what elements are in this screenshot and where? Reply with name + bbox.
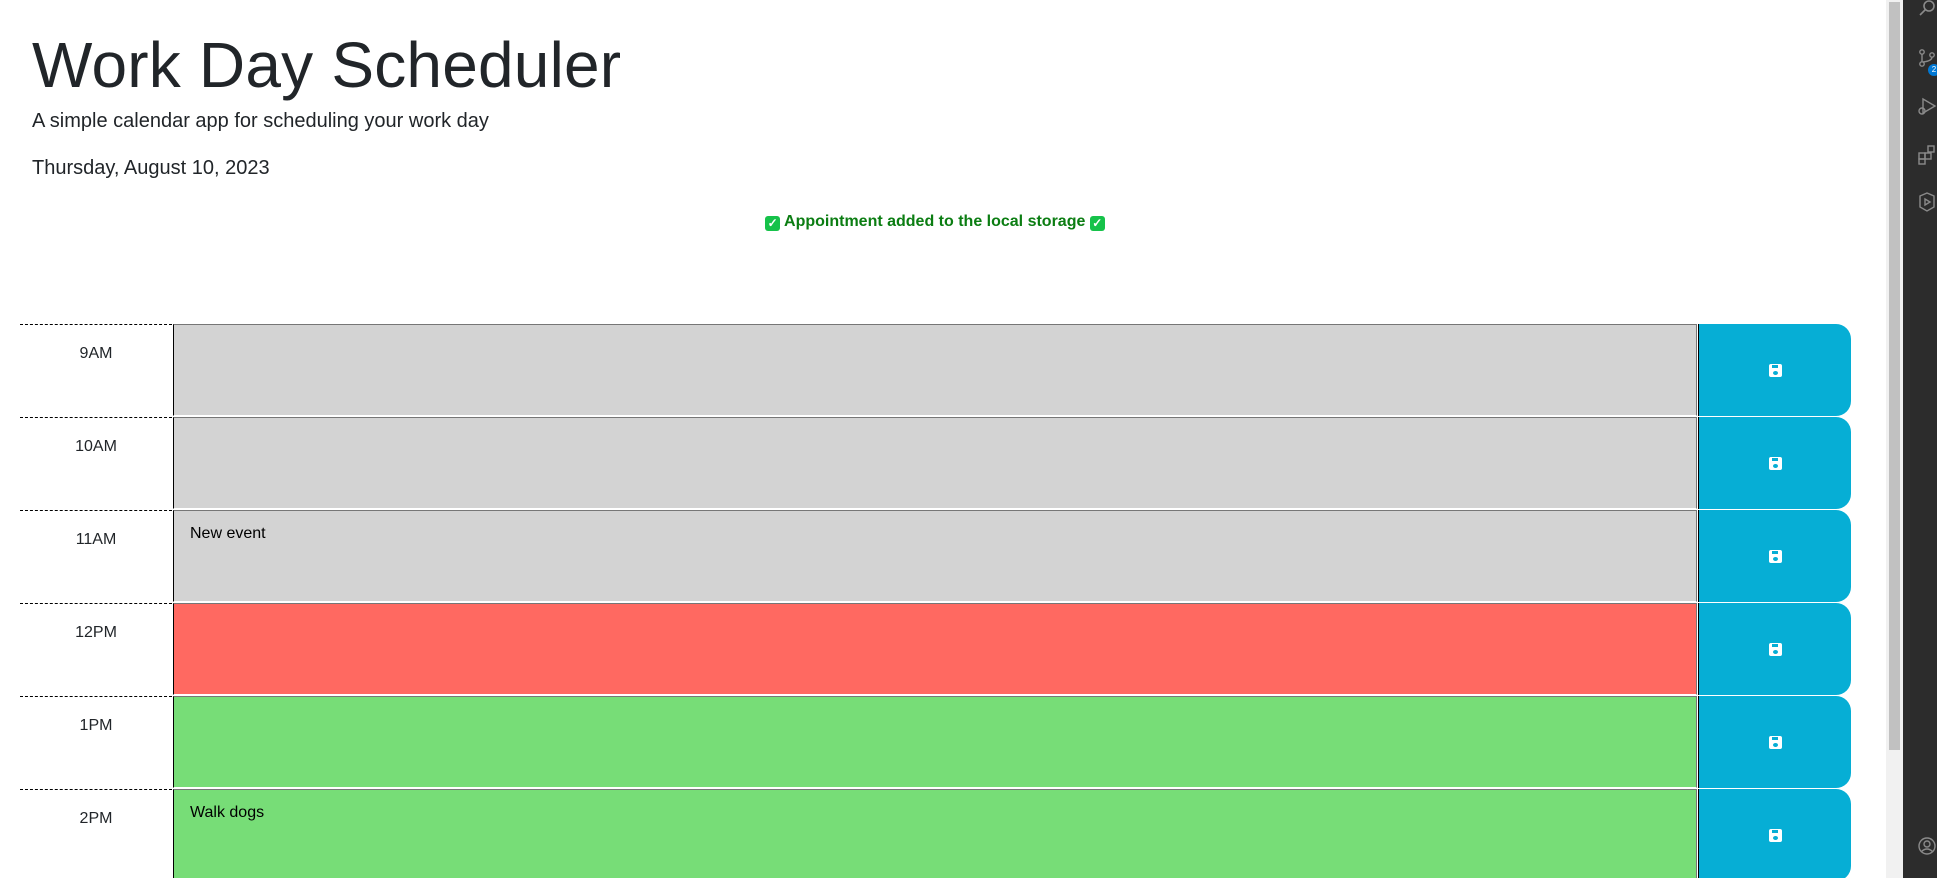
event-description-input[interactable] [173, 603, 1697, 695]
schedule: 9AM 10AM 11AM New event 12PM 1PM 2PM Wal… [20, 324, 1851, 878]
page-title: Work Day Scheduler [32, 29, 622, 101]
page: Work Day Scheduler A simple calendar app… [0, 0, 1937, 878]
save-button[interactable] [1698, 603, 1851, 695]
floppy-disk-icon [1768, 642, 1782, 656]
floppy-disk-icon [1768, 828, 1782, 842]
event-description-input[interactable]: Walk dogs [173, 789, 1697, 878]
time-block-row: 1PM [20, 696, 1851, 789]
save-button[interactable] [1698, 789, 1851, 878]
hour-label: 10AM [20, 417, 172, 509]
time-block-row: 12PM [20, 603, 1851, 696]
save-button[interactable] [1698, 324, 1851, 416]
floppy-disk-icon [1768, 549, 1782, 563]
search-icon[interactable] [1917, 0, 1937, 20]
save-button[interactable] [1698, 510, 1851, 602]
time-block-row: 10AM [20, 417, 1851, 510]
floppy-disk-icon [1768, 735, 1782, 749]
save-button[interactable] [1698, 696, 1851, 788]
check-square-icon: ✓ [765, 216, 781, 231]
time-block-row: 2PM Walk dogs [20, 789, 1851, 878]
storage-notice: ✓ Appointment added to the local storage… [0, 211, 1870, 233]
hour-label: 1PM [20, 696, 172, 788]
run-debug-icon[interactable] [1917, 96, 1937, 116]
page-subtitle: A simple calendar app for scheduling you… [32, 110, 489, 133]
time-block-row: 11AM New event [20, 510, 1851, 603]
account-icon[interactable] [1917, 836, 1937, 856]
source-control-badge: 2 [1928, 64, 1937, 76]
event-description-input[interactable] [173, 417, 1697, 509]
scrollbar-thumb[interactable] [1889, 2, 1900, 750]
current-day: Thursday, August 10, 2023 [32, 157, 270, 180]
hour-label: 9AM [20, 324, 172, 416]
storage-notice-text: Appointment added to the local storage [784, 213, 1086, 230]
save-button[interactable] [1698, 417, 1851, 509]
header: Work Day Scheduler A simple calendar app… [32, 30, 621, 180]
editor-activity-bar [1903, 0, 1937, 878]
scheduler-page: Work Day Scheduler A simple calendar app… [0, 0, 1886, 878]
event-description-input[interactable]: New event [173, 510, 1697, 602]
hour-label: 11AM [20, 510, 172, 602]
extensions-icon[interactable] [1917, 145, 1937, 165]
event-description-input[interactable] [173, 696, 1697, 788]
vertical-scrollbar[interactable] [1886, 0, 1903, 878]
event-description-input[interactable] [173, 324, 1697, 416]
floppy-disk-icon [1768, 456, 1782, 470]
floppy-disk-icon [1768, 363, 1782, 377]
time-block-row: 9AM [20, 324, 1851, 417]
remote-explorer-icon[interactable] [1917, 192, 1937, 212]
check-square-icon: ✓ [1089, 216, 1105, 231]
hour-label: 12PM [20, 603, 172, 695]
hour-label: 2PM [20, 789, 172, 878]
